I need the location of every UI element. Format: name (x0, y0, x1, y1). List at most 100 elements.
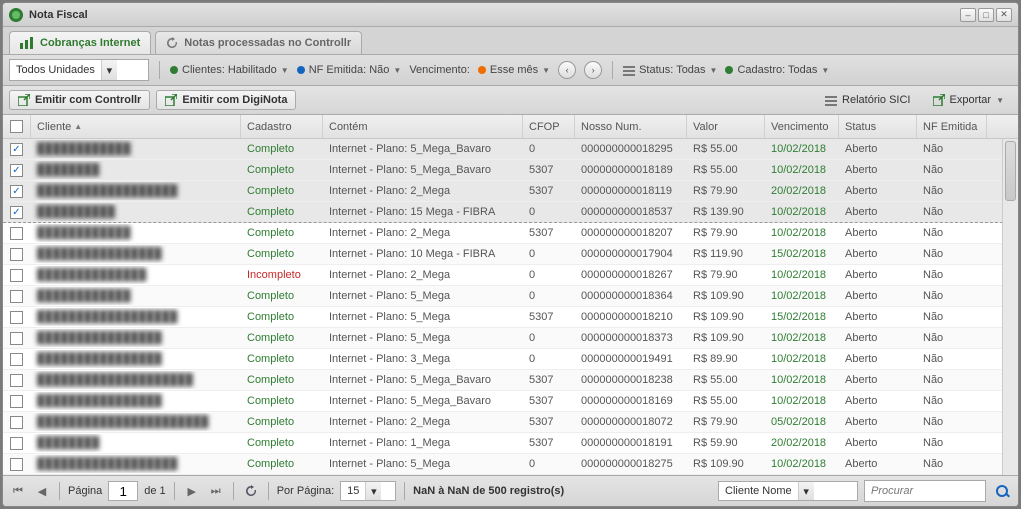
col-cliente[interactable]: Cliente▲ (31, 115, 241, 138)
filter-vencimento[interactable]: Esse mês ▼ (478, 64, 550, 76)
tab-cobrancas-label: Cobranças Internet (40, 37, 140, 49)
cell-cfop: 5307 (523, 224, 575, 242)
filter-cadastro[interactable]: Cadastro: Todas ▼ (725, 64, 829, 76)
table-row[interactable]: ████████████████CompletoInternet - Plano… (3, 328, 1018, 349)
checkbox[interactable] (10, 437, 23, 450)
row-checkbox-cell: ✓ (3, 140, 31, 159)
page-input[interactable] (108, 481, 138, 501)
table-row[interactable]: ██████████████████CompletoInternet - Pla… (3, 307, 1018, 328)
chevron-down-icon: ▾ (365, 482, 381, 500)
checkbox[interactable]: ✓ (10, 185, 23, 198)
checkbox[interactable] (10, 332, 23, 345)
checkbox[interactable] (10, 416, 23, 429)
table-row[interactable]: ████████████████CompletoInternet - Plano… (3, 244, 1018, 265)
table-row[interactable]: ██████████████IncompletoInternet - Plano… (3, 265, 1018, 286)
col-contem[interactable]: Contém (323, 115, 523, 138)
col-nf-emitida[interactable]: NF Emitida (917, 115, 987, 138)
checkbox[interactable] (10, 290, 23, 303)
scrollbar-thumb[interactable] (1005, 141, 1016, 201)
prev-page-button[interactable]: ◀ (33, 482, 51, 500)
cell-vencimento: 10/02/2018 (765, 140, 839, 158)
relatorio-sici-button[interactable]: Relatório SICI (817, 91, 918, 109)
exportar-button[interactable]: Exportar ▼ (925, 91, 1013, 109)
checkbox[interactable] (10, 269, 23, 282)
emitir-diginota-button[interactable]: Emitir com DigiNota (156, 90, 296, 110)
cell-cliente: ████████████████ (31, 329, 241, 347)
col-checkbox[interactable] (3, 115, 31, 138)
cell-nosso-num: 000000000018295 (575, 140, 687, 158)
cell-contem: Internet - Plano: 10 Mega - FIBRA (323, 245, 523, 263)
checkbox[interactable] (10, 374, 23, 387)
vertical-scrollbar[interactable] (1002, 139, 1018, 475)
last-page-button[interactable]: ⏭ (207, 482, 225, 500)
per-page-select[interactable]: 15 ▾ (340, 481, 396, 501)
col-cfop[interactable]: CFOP (523, 115, 575, 138)
table-row[interactable]: ██████████████████████CompletoInternet -… (3, 412, 1018, 433)
table-row[interactable]: ████████████CompletoInternet - Plano: 2_… (3, 223, 1018, 244)
checkbox[interactable] (10, 248, 23, 261)
row-checkbox-cell (3, 434, 31, 453)
table-row[interactable]: ████████CompletoInternet - Plano: 1_Mega… (3, 433, 1018, 454)
checkbox[interactable]: ✓ (10, 143, 23, 156)
checkbox[interactable] (10, 227, 23, 240)
table-row[interactable]: ████████████████CompletoInternet - Plano… (3, 391, 1018, 412)
cell-contem: Internet - Plano: 5_Mega (323, 287, 523, 305)
col-vencimento[interactable]: Vencimento (765, 115, 839, 138)
cell-contem: Internet - Plano: 2_Mega (323, 266, 523, 284)
search-input[interactable] (865, 485, 985, 497)
minimize-button[interactable]: – (960, 8, 976, 22)
search-by-select[interactable]: Cliente Nome ▾ (718, 481, 858, 501)
cell-vencimento: 10/02/2018 (765, 266, 839, 284)
col-nosso-num[interactable]: Nosso Num. (575, 115, 687, 138)
unidade-select[interactable]: Todos Unidades ▾ (9, 59, 149, 81)
cell-cadastro: Completo (241, 350, 323, 368)
checkbox[interactable] (10, 395, 23, 408)
maximize-button[interactable]: □ (978, 8, 994, 22)
col-valor[interactable]: Valor (687, 115, 765, 138)
cell-cfop: 0 (523, 329, 575, 347)
table-row[interactable]: ✓██████████CompletoInternet - Plano: 15 … (3, 202, 1018, 223)
table-row[interactable]: ████████████████CompletoInternet - Plano… (3, 349, 1018, 370)
cell-status: Aberto (839, 392, 917, 410)
checkbox[interactable]: ✓ (10, 164, 23, 177)
close-button[interactable]: ✕ (996, 8, 1012, 22)
filter-status-label: Status: Todas (639, 64, 705, 76)
filter-clientes[interactable]: Clientes: Habilitado ▼ (170, 64, 289, 76)
col-status[interactable]: Status (839, 115, 917, 138)
first-page-button[interactable]: ⏮ (9, 482, 27, 500)
tab-cobrancas[interactable]: Cobranças Internet (9, 31, 151, 54)
table-row[interactable]: ✓██████████████████CompletoInternet - Pl… (3, 181, 1018, 202)
tab-notas-processadas[interactable]: Notas processadas no Controllr (155, 31, 362, 54)
cell-status: Aberto (839, 413, 917, 431)
checkbox[interactable] (10, 458, 23, 471)
row-checkbox-cell (3, 413, 31, 432)
cell-status: Aberto (839, 140, 917, 158)
table-row[interactable]: ████████████████████CompletoInternet - P… (3, 370, 1018, 391)
col-cadastro[interactable]: Cadastro (241, 115, 323, 138)
emitir-controllr-button[interactable]: Emitir com Controllr (9, 90, 150, 110)
table-row[interactable]: ████████████CompletoInternet - Plano: 5_… (3, 286, 1018, 307)
filter-bar: Todos Unidades ▾ Clientes: Habilitado ▼ … (3, 54, 1018, 86)
refresh-button[interactable] (242, 482, 260, 500)
filter-nf-emitida[interactable]: NF Emitida: Não ▼ (297, 64, 402, 76)
search-button[interactable] (992, 481, 1012, 501)
cell-valor: R$ 59.90 (687, 434, 765, 452)
list-icon (623, 65, 635, 75)
checkbox[interactable] (10, 120, 23, 133)
checkbox[interactable]: ✓ (10, 206, 23, 219)
table-row[interactable]: ✓████████████CompletoInternet - Plano: 5… (3, 139, 1018, 160)
search-box (864, 480, 986, 502)
table-row[interactable]: ✓████████CompletoInternet - Plano: 5_Meg… (3, 160, 1018, 181)
checkbox[interactable] (10, 311, 23, 324)
cell-valor: R$ 55.00 (687, 371, 765, 389)
cell-cliente: ██████████████████ (31, 308, 241, 326)
cell-status: Aberto (839, 161, 917, 179)
table-row[interactable]: ██████████████████CompletoInternet - Pla… (3, 454, 1018, 475)
checkbox[interactable] (10, 353, 23, 366)
next-period-button[interactable]: › (584, 61, 602, 79)
filter-status[interactable]: Status: Todas ▼ (623, 64, 717, 76)
cell-nosso-num: 000000000018191 (575, 434, 687, 452)
prev-period-button[interactable]: ‹ (558, 61, 576, 79)
cell-vencimento: 10/02/2018 (765, 392, 839, 410)
next-page-button[interactable]: ▶ (183, 482, 201, 500)
